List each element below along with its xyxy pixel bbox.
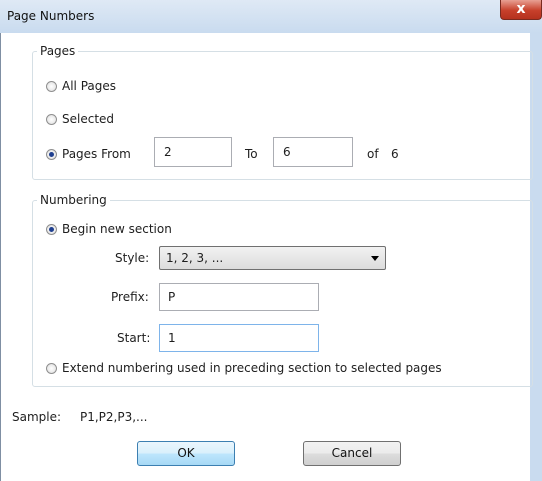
- numbering-group-legend: Numbering: [40, 193, 107, 207]
- all-pages-label: All Pages: [62, 79, 116, 93]
- style-label: Style:: [115, 251, 150, 265]
- pages-from-radio-row[interactable]: Pages From: [46, 146, 131, 162]
- extend-numbering-label: Extend numbering used in preceding secti…: [62, 361, 442, 375]
- window-frame-left: [0, 33, 1, 481]
- pages-from-label: Pages From: [62, 147, 131, 161]
- style-dropdown[interactable]: 1, 2, 3, ...: [159, 246, 386, 270]
- selected-radio[interactable]: [46, 113, 57, 125]
- pages-from-radio[interactable]: [46, 148, 57, 160]
- begin-new-section-label: Begin new section: [62, 222, 172, 236]
- chevron-down-icon: [371, 256, 379, 261]
- selected-label: Selected: [62, 112, 115, 126]
- selected-radio-row[interactable]: Selected: [46, 111, 114, 127]
- of-label: of: [367, 147, 379, 161]
- close-button[interactable]: x: [500, 0, 542, 20]
- dialog-title: Page Numbers: [7, 9, 95, 23]
- style-dropdown-value: 1, 2, 3, ...: [166, 251, 224, 265]
- title-bar: Page Numbers x: [0, 0, 542, 33]
- total-pages-value: 6: [391, 147, 399, 161]
- sample-value: P1,P2,P3,...: [80, 410, 148, 424]
- begin-new-section-radio-row[interactable]: Begin new section: [46, 221, 172, 237]
- begin-new-section-radio[interactable]: [46, 223, 57, 235]
- all-pages-radio-row[interactable]: All Pages: [46, 78, 116, 94]
- prefix-label: Prefix:: [111, 290, 149, 304]
- start-input[interactable]: 1: [159, 324, 319, 352]
- all-pages-radio[interactable]: [46, 80, 57, 92]
- close-icon: x: [516, 1, 526, 17]
- prefix-input[interactable]: P: [159, 283, 319, 311]
- start-label: Start:: [117, 331, 151, 345]
- pages-to-input[interactable]: 6: [273, 137, 353, 167]
- ok-button[interactable]: OK: [137, 441, 235, 466]
- pages-group-legend: Pages: [40, 44, 76, 58]
- pages-from-input[interactable]: 2: [154, 137, 232, 167]
- extend-numbering-radio-row[interactable]: Extend numbering used in preceding secti…: [46, 360, 442, 376]
- sample-label: Sample:: [12, 410, 62, 424]
- cancel-button[interactable]: Cancel: [303, 441, 401, 466]
- extend-numbering-radio[interactable]: [46, 362, 57, 374]
- page-numbers-dialog: Page Numbers x Pages All Pages Selected …: [0, 0, 542, 481]
- to-label: To: [245, 147, 258, 161]
